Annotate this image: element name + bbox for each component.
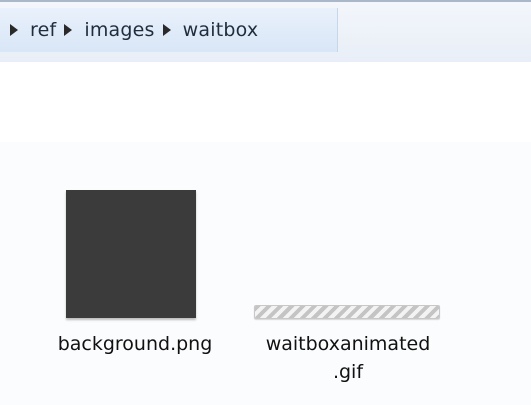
breadcrumb[interactable]: ref images waitbox	[0, 8, 338, 52]
file-label[interactable]: background.png	[35, 330, 235, 358]
waitboxanimated-gif-thumbnail[interactable]	[254, 305, 440, 319]
address-bar: ref images waitbox	[0, 0, 531, 64]
chevron-right-icon	[64, 24, 73, 36]
breadcrumb-label: images	[84, 19, 155, 41]
background-png-thumbnail[interactable]	[66, 190, 196, 318]
file-name: background.png	[57, 333, 213, 355]
file-name-line-1: waitboxanimated	[265, 333, 431, 355]
file-label[interactable]: waitboxanimated .gif	[238, 330, 458, 386]
breadcrumb-item-waitbox[interactable]: waitbox	[162, 19, 259, 41]
chevron-right-icon	[162, 24, 171, 36]
breadcrumb-label: ref	[30, 19, 57, 41]
breadcrumb-item-images[interactable]: images	[64, 19, 154, 41]
breadcrumb-label: waitbox	[182, 19, 259, 41]
breadcrumb-item-ref[interactable]: ref	[10, 19, 56, 41]
chevron-right-icon	[10, 24, 18, 36]
file-name-line-2: .gif	[332, 361, 364, 383]
